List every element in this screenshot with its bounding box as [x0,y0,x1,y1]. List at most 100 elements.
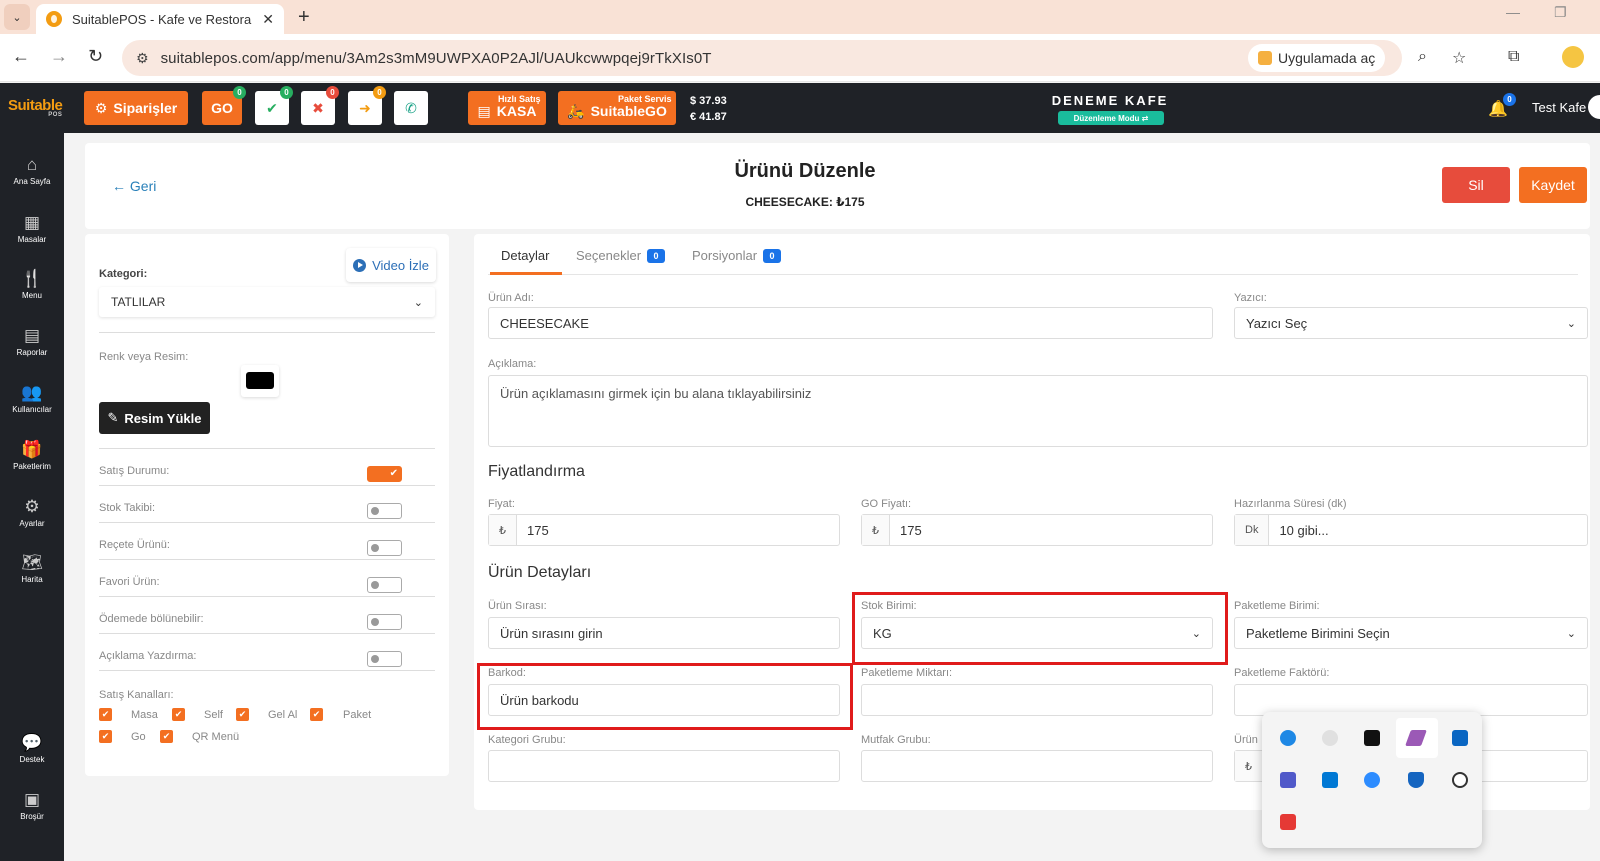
close-icon[interactable]: ✕ [262,11,274,28]
minimize-icon[interactable]: — [1506,4,1520,20]
linkedin-icon[interactable] [1452,730,1468,746]
kitchen-group-input[interactable] [861,750,1213,782]
sidebar-item-menu[interactable]: 🍴 Menu [0,269,64,300]
pack-qty-input[interactable] [861,684,1213,716]
channel-go-checkbox[interactable]: ✔ [99,730,112,743]
call-orders-button[interactable]: ✆ [394,91,428,125]
reject-orders-button[interactable]: ✖ 0 [301,86,339,125]
browser-app-icon[interactable] [1280,730,1296,746]
channel-label: Self [204,709,223,721]
page-title: Ürünü Düzenle [734,160,876,182]
product-name-input[interactable]: CHEESECAKE [488,307,1213,339]
color-picker[interactable] [241,365,279,397]
reload-icon[interactable]: ↻ [88,46,103,67]
back-arrow-icon[interactable]: ← [12,46,30,67]
category-select[interactable]: TATLILAR ⌄ [99,287,435,317]
go-price-input[interactable]: ₺ 175 [861,514,1213,546]
channel-gelal-checkbox[interactable]: ✔ [236,708,249,721]
recipe-product-toggle[interactable] [367,540,402,556]
sidebar-item-packages[interactable]: 🎁 Paketlerim [0,440,64,471]
pack-unit-select[interactable]: Paketleme Birimini Seçin ⌄ [1234,617,1588,649]
map-icon: 🗺 [21,553,43,572]
orders-button[interactable]: ⚙ Siparişler [84,91,188,125]
prep-time-input[interactable]: Dk 10 gibi... [1234,514,1588,546]
teams-icon[interactable] [1280,772,1296,788]
printer-select[interactable]: Yazıcı Seç ⌄ [1234,307,1588,339]
nvidia-icon[interactable] [1364,730,1380,746]
minutes-prefix: Dk [1235,515,1270,545]
cafe-name: DENEME KAFE [1051,93,1169,108]
sidebar-item-reports[interactable]: ▤ Raporlar [0,326,64,357]
divider [99,559,435,560]
divider [99,448,435,449]
sidebar-item-settings[interactable]: ⚙ Ayarlar [0,497,64,528]
split-payment-toggle[interactable] [367,614,402,630]
outlook-icon[interactable] [1322,772,1338,788]
price-input[interactable]: ₺ 175 [488,514,840,546]
open-in-app-button[interactable]: Uygulamada aç [1248,44,1386,72]
profile-avatar[interactable] [1562,46,1584,68]
cloud-off-icon[interactable] [1452,772,1468,788]
tab-search-icon[interactable]: ⌄ [4,4,30,30]
kitchen-group-label: Mutfak Grubu: [861,734,931,746]
save-button[interactable]: Kaydet [1519,167,1587,203]
suitablego-button[interactable]: Paket Servis 🛵 SuitableGO [558,91,676,125]
sidebar-item-tables[interactable]: ▦ Masalar [0,213,64,244]
accept-orders-button[interactable]: ✔ 0 [255,86,293,125]
print-description-toggle[interactable] [367,651,402,667]
upload-image-button[interactable]: ✎ Resim Yükle [99,402,210,434]
sale-status-toggle[interactable]: ✔ [367,466,402,482]
delete-button[interactable]: Sil [1442,167,1510,203]
star-icon[interactable]: ☆ [1452,48,1466,68]
sidebar-item-map[interactable]: 🗺 Harita [0,553,64,584]
extensions-icon[interactable]: ⧉ [1508,48,1519,66]
sidebar-item-support[interactable]: 💬 Destek [0,733,64,764]
back-link[interactable]: ← Geri [112,178,156,194]
product-details-section-title: Ürün Detayları [488,564,592,581]
order-input[interactable]: Ürün sırasını girin [488,617,840,649]
accept-badge: 0 [280,86,293,99]
channel-masa-checkbox[interactable]: ✔ [99,708,112,721]
browser-tab[interactable]: SuitablePOS - Kafe ve Restoran Yönetimi … [36,4,284,34]
channel-qrmenu-checkbox[interactable]: ✔ [160,730,173,743]
divider [99,670,435,671]
price-label: Fiyat: [488,498,515,510]
bell-icon[interactable]: 🔔 0 [1488,93,1516,119]
tab-options[interactable]: Seçenekler 0 [576,248,666,263]
utensils-icon: 🍴 [21,269,43,288]
user-name[interactable]: Test Kafe [1532,100,1586,115]
site-settings-icon[interactable]: ⚙ [136,50,149,67]
sidebar-item-users[interactable]: 👥 Kullanıcılar [0,383,64,414]
forward-arrow-icon[interactable]: → [50,46,68,67]
chevron-down-icon: ⌄ [1566,317,1576,330]
forward-orders-button[interactable]: ➜ 0 [348,86,386,125]
chat-icon: 💬 [21,733,43,752]
category-group-input[interactable] [488,750,840,782]
sidebar-item-home[interactable]: ⌂ Ana Sayfa [0,155,64,186]
address-toolbar: ← → ↻ ⚙ suitablepos.com/app/menu/3Am2s3m… [0,34,1600,82]
sync-app-icon[interactable] [1322,730,1338,746]
zoom-app-icon[interactable] [1364,772,1380,788]
channel-self-checkbox[interactable]: ✔ [172,708,185,721]
motorbike-icon: 🛵 [567,102,585,119]
description-textarea[interactable]: Ürün açıklamasını girmek için bu alana t… [488,375,1588,447]
favorite-product-toggle[interactable] [367,577,402,593]
restore-icon[interactable]: ❐ [1554,4,1567,21]
product-subtitle: CHEESECAKE: ₺175 [745,195,865,209]
url-bar[interactable]: ⚙ suitablepos.com/app/menu/3Am2s3mM9UWPX… [122,40,1402,76]
tab-portions[interactable]: Porsiyonlar 0 [692,248,782,263]
go-button[interactable]: GO 0 [202,86,246,125]
new-tab-icon[interactable]: + [298,6,310,29]
channel-paket-checkbox[interactable]: ✔ [310,708,323,721]
tab-details[interactable]: Detaylar [501,248,549,263]
avatar[interactable] [1588,95,1600,119]
security-shield-icon[interactable] [1408,772,1424,788]
anydesk-icon[interactable] [1280,814,1296,830]
kasa-button[interactable]: Hızlı Satış ▤ KASA [468,91,546,125]
edit-mode-badge[interactable]: Düzenleme Modu ⇄ [1058,111,1164,125]
zoom-icon[interactable]: ⌕ [1418,48,1427,66]
stock-tracking-toggle[interactable] [367,503,402,519]
sidebar-item-brochure[interactable]: ▣ Broşür [0,790,64,821]
watch-video-button[interactable]: Video İzle [346,248,436,282]
usd-rate: $ 37.93 [690,95,727,107]
